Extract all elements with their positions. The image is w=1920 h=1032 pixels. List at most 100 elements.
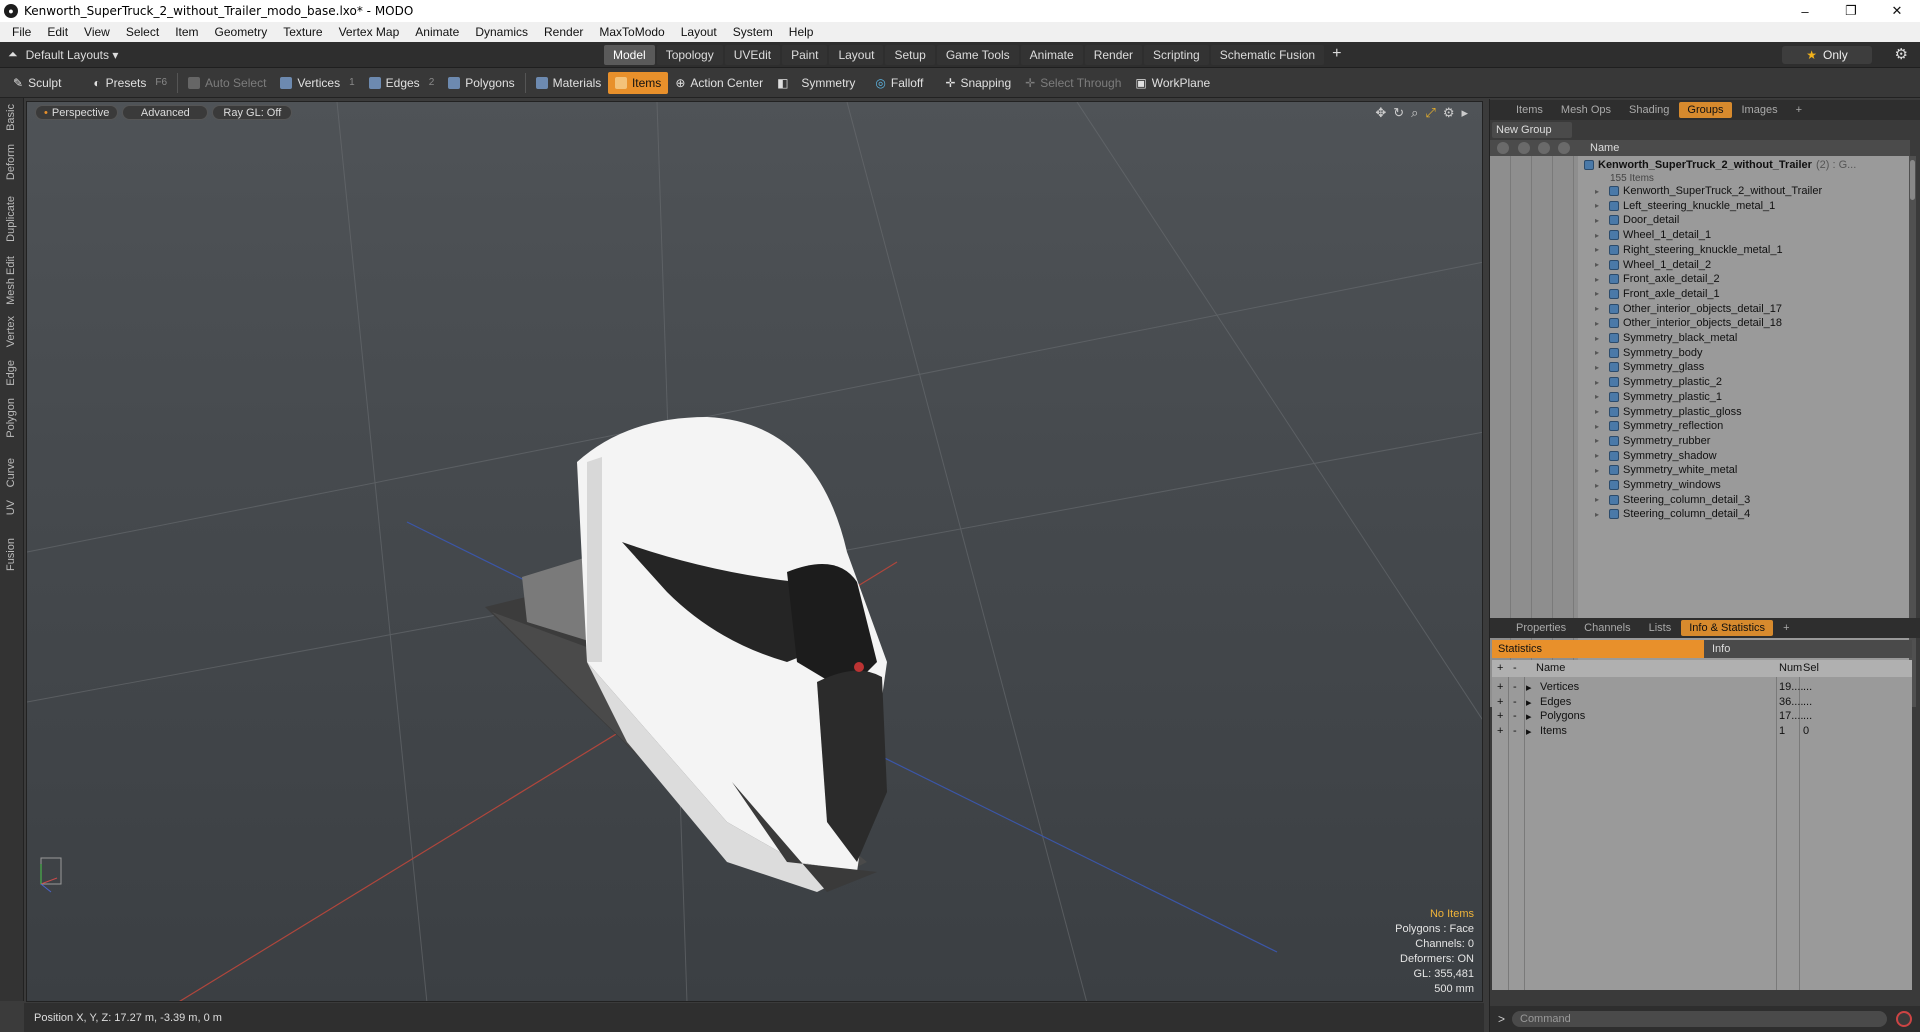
expand-arrow-icon[interactable]: ▸ — [1595, 363, 1605, 372]
expand-arrow-icon[interactable]: ▸ — [1595, 201, 1605, 210]
collapse-minus-icon[interactable]: - — [1513, 696, 1517, 708]
expand-arrow-icon[interactable]: ▸ — [1595, 348, 1605, 357]
falloff-button[interactable]: ◎ Falloff — [868, 72, 930, 94]
menu-system[interactable]: System — [725, 25, 781, 39]
symmetry-button[interactable]: ◧ Symmetry — [770, 72, 862, 94]
statistics-row[interactable]: + - ▸ Items 1 0 — [1492, 723, 1912, 741]
tab-items[interactable]: Items — [1508, 102, 1551, 118]
tab-images[interactable]: Images — [1734, 102, 1786, 118]
shading-advanced-button[interactable]: Advanced — [122, 105, 209, 120]
menu-layout[interactable]: Layout — [673, 25, 725, 39]
tab-scripting[interactable]: Scripting — [1144, 45, 1209, 65]
tab-topology[interactable]: Topology — [656, 45, 723, 65]
record-macro-icon[interactable] — [1896, 1011, 1912, 1027]
presets-button[interactable]: ◐ Presets F6 — [86, 72, 174, 94]
expand-arrow-icon[interactable]: ▸ — [1526, 725, 1532, 738]
layout-collapse-icon[interactable]: ⏶ — [8, 47, 18, 62]
action-center-button[interactable]: ⊕ Action Center — [668, 72, 770, 94]
expand-arrow-icon[interactable]: ▸ — [1595, 275, 1605, 284]
expand-arrow-icon[interactable]: ▸ — [1595, 422, 1605, 431]
expand-arrow-icon[interactable]: ▸ — [1595, 392, 1605, 401]
tab-setup[interactable]: Setup — [885, 45, 935, 65]
gear-icon[interactable]: ⚙ — [1895, 45, 1908, 63]
expand-arrow-icon[interactable]: ▸ — [1595, 187, 1605, 196]
edges-button[interactable]: Edges 2 — [362, 72, 442, 94]
expand-arrow-icon[interactable]: ▸ — [1595, 334, 1605, 343]
expand-arrow-icon[interactable]: ▸ — [1595, 510, 1605, 519]
expand-arrow-icon[interactable]: ▸ — [1595, 436, 1605, 445]
tab-schematic-fusion[interactable]: Schematic Fusion — [1210, 45, 1325, 65]
expand-arrow-icon[interactable]: ▸ — [1595, 231, 1605, 240]
add-column-icon[interactable]: + — [1497, 662, 1503, 674]
menu-animate[interactable]: Animate — [407, 25, 467, 39]
truck-model[interactable] — [485, 417, 887, 892]
tab-render[interactable]: Render — [1084, 45, 1143, 65]
subtab-statistics[interactable]: Statistics — [1492, 640, 1704, 658]
tab-uvedit[interactable]: UVEdit — [724, 45, 781, 65]
left-tab-deform[interactable]: Deform — [5, 144, 17, 180]
left-tab-mesh-edit[interactable]: Mesh Edit — [5, 256, 17, 305]
lock-column-icon[interactable] — [1538, 142, 1550, 154]
group-member-row[interactable]: ▸ Steering_column_detail_4 — [1595, 505, 1907, 523]
restore-button[interactable]: ❐ — [1828, 0, 1874, 22]
left-tab-fusion[interactable]: Fusion — [5, 538, 17, 571]
expand-arrow-icon[interactable]: ▸ — [1595, 481, 1605, 490]
left-tab-polygon[interactable]: Polygon — [5, 398, 17, 438]
select-through-button[interactable]: ✛ Select Through — [1018, 72, 1128, 94]
tab-layout[interactable]: Layout — [829, 45, 884, 65]
expand-arrow-icon[interactable]: ▸ — [1595, 304, 1605, 313]
tab-game-tools[interactable]: Game Tools — [936, 45, 1019, 65]
menu-maxtomodo[interactable]: MaxToModo — [591, 25, 672, 39]
render-column-icon[interactable] — [1518, 142, 1530, 154]
viewport-settings-icon[interactable]: ⚙ — [1443, 105, 1455, 121]
left-tab-duplicate[interactable]: Duplicate — [5, 196, 17, 242]
menu-render[interactable]: Render — [536, 25, 591, 39]
add-tab-icon[interactable]: + — [1326, 45, 1347, 65]
visibility-column-icon[interactable] — [1497, 142, 1509, 154]
expand-plus-icon[interactable]: + — [1497, 710, 1503, 722]
collapse-minus-icon[interactable]: - — [1513, 710, 1517, 722]
snapping-button[interactable]: ✛ Snapping — [938, 72, 1018, 94]
expand-arrow-icon[interactable]: ▸ — [1595, 466, 1605, 475]
expand-arrow-icon[interactable]: ▸ — [1595, 407, 1605, 416]
expand-arrow-icon[interactable]: ▸ — [1595, 216, 1605, 225]
expand-plus-icon[interactable]: + — [1497, 725, 1503, 737]
tab-shading[interactable]: Shading — [1621, 102, 1677, 118]
left-tab-uv[interactable]: UV — [5, 500, 17, 515]
collapse-minus-icon[interactable]: - — [1513, 681, 1517, 693]
viewport-menu-icon[interactable]: ▸ — [1461, 105, 1468, 121]
fit-view-icon[interactable]: ⤢ — [1425, 105, 1435, 121]
menu-dynamics[interactable]: Dynamics — [467, 25, 536, 39]
left-tab-curve[interactable]: Curve — [5, 458, 17, 487]
items-button[interactable]: Items — [608, 71, 669, 94]
menu-file[interactable]: File — [4, 25, 39, 39]
tab-groups[interactable]: Groups — [1679, 102, 1732, 118]
3d-viewport[interactable]: • Perspective Advanced Ray GL: Off ✥ ↻ ⌕ … — [26, 101, 1483, 1002]
rotate-view-icon[interactable]: ↻ — [1393, 105, 1404, 121]
tab-paint[interactable]: Paint — [782, 45, 828, 65]
add-panel-tab-icon[interactable]: + — [1788, 102, 1810, 118]
remove-column-icon[interactable]: - — [1513, 662, 1517, 674]
name-column-header[interactable]: Name — [1590, 142, 1619, 154]
left-tab-basic[interactable]: Basic — [5, 104, 17, 131]
vertices-button[interactable]: Vertices 1 — [273, 72, 361, 94]
menu-edit[interactable]: Edit — [39, 25, 76, 39]
menu-vertex-map[interactable]: Vertex Map — [331, 25, 408, 39]
materials-button[interactable]: Materials — [529, 72, 609, 94]
expand-arrow-icon[interactable]: ▸ — [1595, 260, 1605, 269]
new-group-button[interactable]: New Group — [1492, 122, 1572, 138]
tab-lists[interactable]: Lists — [1641, 620, 1680, 636]
expand-arrow-icon[interactable]: ▸ — [1595, 378, 1605, 387]
polygons-button[interactable]: Polygons — [441, 72, 521, 94]
minimize-button[interactable]: – — [1782, 0, 1828, 22]
workplane-button[interactable]: ▣ WorkPlane — [1128, 72, 1217, 94]
move-view-icon[interactable]: ✥ — [1375, 105, 1386, 121]
menu-item[interactable]: Item — [167, 25, 206, 39]
tab-properties[interactable]: Properties — [1508, 620, 1574, 636]
expand-arrow-icon[interactable]: ▸ — [1595, 451, 1605, 460]
view-perspective-button[interactable]: • Perspective — [35, 105, 119, 120]
expand-arrow-icon[interactable]: ▸ — [1526, 696, 1532, 709]
tab-info-statistics[interactable]: Info & Statistics — [1681, 620, 1774, 636]
menu-texture[interactable]: Texture — [275, 25, 330, 39]
collapse-minus-icon[interactable]: - — [1513, 725, 1517, 737]
